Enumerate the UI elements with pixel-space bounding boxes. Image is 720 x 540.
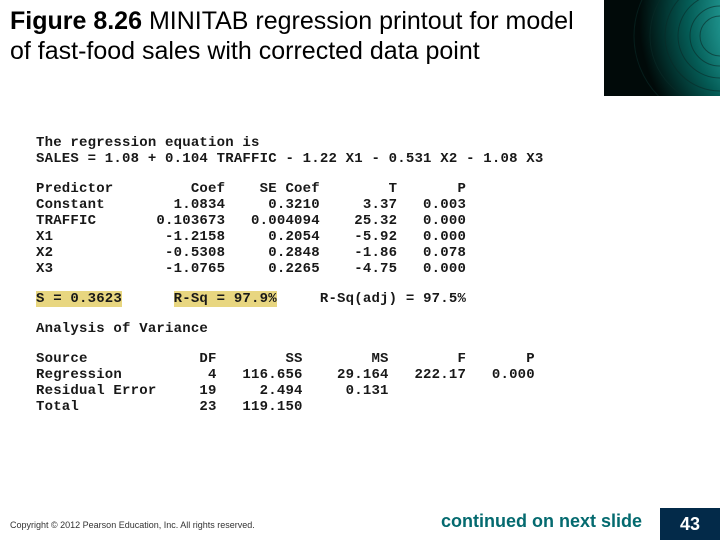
anova-row: Regression 4 116.656 29.164 222.17 0.000: [36, 367, 696, 383]
minitab-output: The regression equation is SALES = 1.08 …: [36, 135, 696, 415]
coef-row: X3 -1.0765 0.2265 -4.75 0.000: [36, 261, 696, 277]
coef-row: TRAFFIC 0.103673 0.004094 25.32 0.000: [36, 213, 696, 229]
anova-row: Residual Error 19 2.494 0.131: [36, 383, 696, 399]
page-number: 43: [660, 508, 720, 540]
stat-rsq: R-Sq = 97.9%: [174, 291, 277, 307]
regeq-intro: The regression equation is: [36, 135, 696, 151]
slide: Figure 8.26 MINITAB regression printout …: [0, 0, 720, 540]
footer: Copyright © 2012 Pearson Education, Inc.…: [0, 508, 720, 540]
regeq: SALES = 1.08 + 0.104 TRAFFIC - 1.22 X1 -…: [36, 151, 696, 167]
figure-number: Figure 8.26: [10, 7, 142, 35]
coef-header: Predictor Coef SE Coef T P: [36, 181, 696, 197]
stat-s: S = 0.3623: [36, 291, 122, 307]
coef-row: Constant 1.0834 0.3210 3.37 0.003: [36, 197, 696, 213]
anova-row: Total 23 119.150: [36, 399, 696, 415]
anova-title: Analysis of Variance: [36, 321, 696, 337]
anova-header: Source DF SS MS F P: [36, 351, 696, 367]
stat-rsq-adj: R-Sq(adj) = 97.5%: [320, 291, 466, 307]
figure-title: Figure 8.26 MINITAB regression printout …: [10, 6, 590, 66]
coef-row: X1 -1.2158 0.2054 -5.92 0.000: [36, 229, 696, 245]
continued-label: continued on next slide: [441, 511, 642, 532]
copyright-text: Copyright © 2012 Pearson Education, Inc.…: [10, 520, 255, 530]
decorative-corner-art: [604, 0, 720, 96]
fit-stats-line: S = 0.3623 R-Sq = 97.9% R-Sq(adj) = 97.5…: [36, 291, 696, 307]
coef-row: X2 -0.5308 0.2848 -1.86 0.078: [36, 245, 696, 261]
